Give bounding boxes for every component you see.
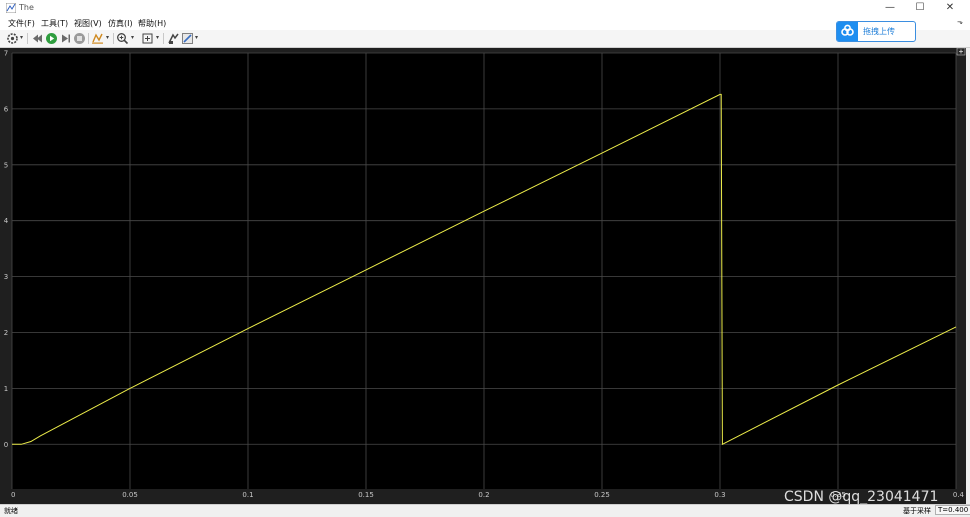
scope-plot[interactable]: 01234567 0 0.05 0.1 0.15 0.2 0.25 0.3 0.35 0.4 bbox=[0, 48, 966, 504]
toolbar-separator bbox=[88, 33, 89, 44]
collapse-icon[interactable]: ⬎ bbox=[957, 18, 963, 26]
x-tick-label: 0.2 bbox=[478, 491, 489, 499]
window-title: The bbox=[19, 3, 34, 12]
run-icon[interactable] bbox=[45, 32, 58, 45]
minimize-button[interactable]: — bbox=[878, 1, 902, 15]
close-button[interactable]: ✕ bbox=[938, 1, 962, 15]
watermark: CSDN @qq_23041471 bbox=[784, 489, 939, 505]
toolbar-separator bbox=[27, 33, 28, 44]
y-tick-label: 0 bbox=[4, 441, 8, 449]
x-tick-label: 0.1 bbox=[242, 491, 253, 499]
highlight-icon[interactable] bbox=[91, 32, 104, 45]
toolbar-separator bbox=[163, 33, 164, 44]
x-tick-label: 0.05 bbox=[122, 491, 138, 499]
baidu-cloud-icon bbox=[837, 22, 858, 41]
menu-file[interactable]: 文件(F) bbox=[8, 18, 35, 29]
x-tick-label: 0.25 bbox=[594, 491, 610, 499]
zoom-icon[interactable] bbox=[116, 32, 129, 45]
style-icon[interactable] bbox=[181, 32, 194, 45]
upload-label: 拖拽上传 bbox=[863, 27, 895, 36]
toolbar: ▾ ▾ ▾ ▾ ▾ bbox=[0, 30, 970, 48]
style-dropdown-icon[interactable]: ▾ bbox=[195, 34, 198, 41]
y-tick-label: 1 bbox=[4, 385, 8, 393]
fit-dropdown-icon[interactable]: ▾ bbox=[156, 34, 159, 41]
menu-simulation[interactable]: 仿真(I) bbox=[108, 18, 133, 29]
sample-mode: 基于采样 bbox=[903, 507, 931, 515]
back-icon[interactable] bbox=[31, 32, 44, 45]
y-tick-label: 2 bbox=[4, 329, 8, 337]
step-forward-icon[interactable] bbox=[59, 32, 72, 45]
upload-widget[interactable]: 拖拽上传 bbox=[836, 21, 916, 42]
expand-icon[interactable] bbox=[956, 48, 966, 56]
x-tick-label: 0 bbox=[11, 491, 15, 499]
layout-icon[interactable] bbox=[167, 32, 180, 45]
settings-dropdown-icon[interactable]: ▾ bbox=[20, 34, 23, 41]
y-tick-label: 4 bbox=[4, 217, 9, 225]
menu-help[interactable]: 帮助(H) bbox=[138, 18, 166, 29]
menu-bar: 文件(F) 工具(T) 视图(V) 仿真(I) 帮助(H) bbox=[0, 16, 970, 30]
title-bar: The — ☐ ✕ bbox=[0, 0, 970, 16]
status-bar: 就绪 基于采样 T=0.400 bbox=[0, 504, 970, 517]
highlight-dropdown-icon[interactable]: ▾ bbox=[106, 34, 109, 41]
x-tick-label: 0.15 bbox=[358, 491, 374, 499]
sim-time: T=0.400 bbox=[935, 505, 970, 515]
menu-tools[interactable]: 工具(T) bbox=[41, 18, 68, 29]
status-text: 就绪 bbox=[4, 507, 18, 515]
y-tick-label: 5 bbox=[4, 161, 8, 169]
x-tick-label: 0.3 bbox=[714, 491, 725, 499]
toolbar-separator bbox=[113, 33, 114, 44]
scope-app-icon bbox=[6, 3, 16, 13]
settings-icon[interactable] bbox=[6, 32, 19, 45]
maximize-button[interactable]: ☐ bbox=[908, 1, 932, 15]
fit-icon[interactable] bbox=[141, 32, 154, 45]
menu-view[interactable]: 视图(V) bbox=[74, 18, 102, 29]
y-tick-label: 3 bbox=[4, 273, 8, 281]
stop-icon[interactable] bbox=[73, 32, 86, 45]
y-tick-label: 6 bbox=[4, 105, 9, 113]
y-tick-label: 7 bbox=[4, 50, 8, 58]
x-tick-label: 0.4 bbox=[953, 491, 965, 499]
scope-display: 01234567 0 0.05 0.1 0.15 0.2 0.25 0.3 0.35 0.4 bbox=[0, 48, 966, 504]
zoom-dropdown-icon[interactable]: ▾ bbox=[131, 34, 134, 41]
